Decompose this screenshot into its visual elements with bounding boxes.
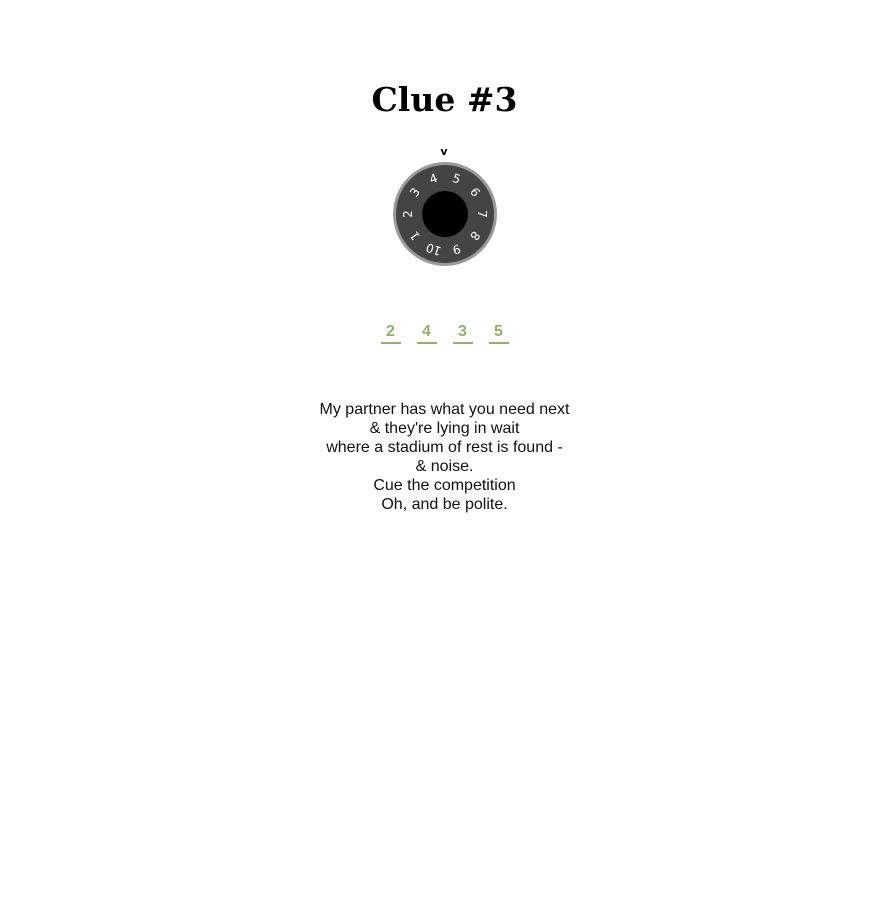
riddle-line: & they're lying in wait	[369, 420, 520, 437]
code-digit-4[interactable]: 5	[488, 322, 509, 344]
riddle-line: Oh, and be polite.	[381, 496, 508, 513]
combination-dial[interactable]: 1 2 3 4 5 6 7 8 9 10	[392, 161, 498, 267]
riddle-line: & noise.	[415, 458, 474, 475]
code-digit-3[interactable]: 3	[452, 322, 473, 344]
dial-number-7: 7	[475, 210, 489, 218]
code-digit-2[interactable]: 4	[416, 322, 437, 344]
dial-hub	[422, 191, 468, 237]
code-entry: 2 4 3 5	[0, 322, 889, 344]
code-digit-1[interactable]: 2	[380, 322, 401, 344]
dial-number-2: 2	[401, 210, 415, 218]
dial-graphic[interactable]: 1234 5678910	[392, 161, 498, 267]
dial-pointer-icon: v	[440, 145, 448, 158]
riddle-line: My partner has what you need next	[319, 401, 570, 418]
riddle-line: Cue the competition	[373, 477, 516, 494]
page-title: Clue #3	[371, 80, 518, 119]
riddle-text: My partner has what you need next & they…	[0, 400, 889, 514]
riddle-line: where a stadium of rest is found -	[326, 439, 563, 456]
